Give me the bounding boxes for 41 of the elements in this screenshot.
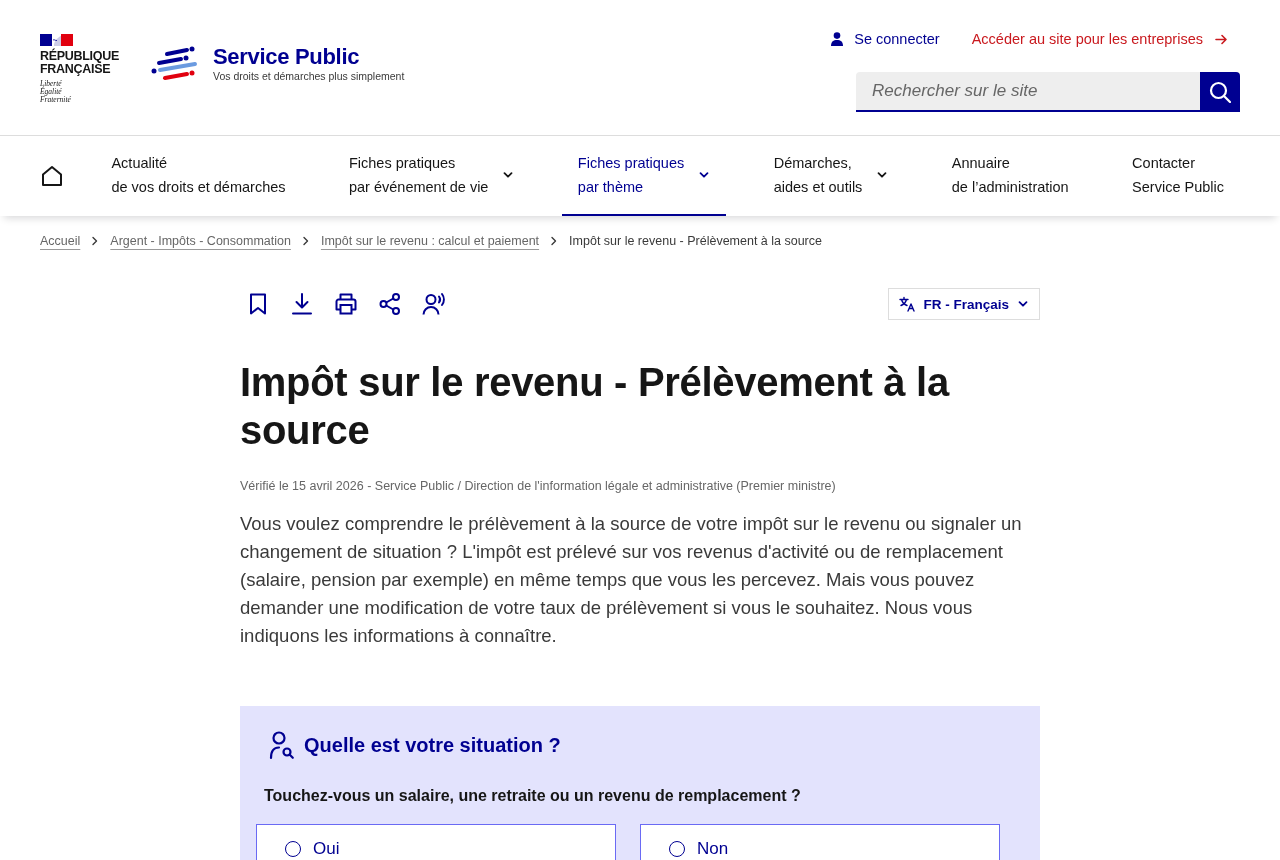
nav-tab[interactable]: Fiches pratiques par thème	[561, 136, 727, 216]
breadcrumb-current: Impôt sur le revenu - Prélèvement à la source	[569, 233, 822, 250]
language-button[interactable]: FR - Français	[888, 288, 1040, 320]
breadcrumb-link[interactable]: Argent - Impôts - Consommation	[110, 232, 291, 250]
arrow-right-icon	[1215, 32, 1228, 46]
answer-option[interactable]: Non	[640, 824, 1000, 860]
download-icon	[290, 292, 314, 316]
search-field[interactable]: Rechercher sur le site	[856, 72, 1200, 112]
person-search-icon	[268, 730, 296, 760]
business-site-link[interactable]: Accéder au site pour les entreprises	[971, 31, 1228, 47]
login-link[interactable]: Se connecter	[830, 31, 940, 47]
listen-button[interactable]	[420, 290, 448, 318]
person-speaking-icon	[422, 292, 446, 316]
breadcrumb-link[interactable]: Accueil	[40, 232, 81, 250]
answer-option[interactable]: Oui	[256, 824, 616, 860]
tricolor-flag-icon	[40, 34, 73, 46]
printer-icon	[334, 292, 358, 316]
site-name: Service Public	[212, 45, 361, 69]
site-tagline: Vos droits et démarches plus simplement	[212, 69, 405, 83]
share-icon	[378, 292, 402, 316]
nav-tab[interactable]: Fiches pratiques par événement de vie	[332, 136, 531, 216]
intro-paragraph: Vous voulez comprendre le prélèvement à la source de votre impôt sur le revenu ou signaler un changement de situation ? L'impôt est prélevé sur vos revenus d'activité ou de remplacement (salaire, pension par exemple) en même temps que vous les percevez. Mais vous pouvez demander une modification de votre taux de prélèvement si vous le souhaitez. Nous vous indiquons les informations à connaître.	[240, 512, 1023, 648]
home-icon	[40, 164, 64, 188]
verification-note: Vérifié le 15 avril 2026 - Service Public / Direction de l'information légale et administrative (Premier ministre)	[240, 478, 837, 495]
person-icon	[830, 32, 845, 46]
nav-tab[interactable]: Annuaire de l’administration	[935, 136, 1085, 216]
republic-name: RÉPUBLIQUE FRANÇAISE	[40, 50, 119, 76]
search-button[interactable]	[1200, 72, 1240, 112]
radio-button[interactable]	[285, 841, 301, 857]
question-text: Touchez-vous un salaire, une retraite ou un revenu de remplacement ?	[264, 786, 802, 806]
nav-tab[interactable]: Actualité de vos droits et démarches	[95, 136, 302, 216]
nav-tab[interactable]: Contacter Service Public	[1116, 136, 1240, 216]
search-icon	[1209, 81, 1231, 103]
page-title: Impôt sur le revenu - Prélèvement à la source	[240, 359, 951, 454]
breadcrumb-link[interactable]: Impôt sur le revenu : calcul et paiement	[320, 232, 540, 250]
nav-tab[interactable]: Démarches, aides et outils	[757, 136, 905, 216]
section-heading: Quelle est votre situation ?	[304, 733, 561, 758]
radio-button[interactable]	[669, 841, 685, 857]
chevron-right-icon	[300, 236, 311, 246]
home-button[interactable]	[40, 164, 64, 188]
translate-icon	[899, 296, 916, 312]
